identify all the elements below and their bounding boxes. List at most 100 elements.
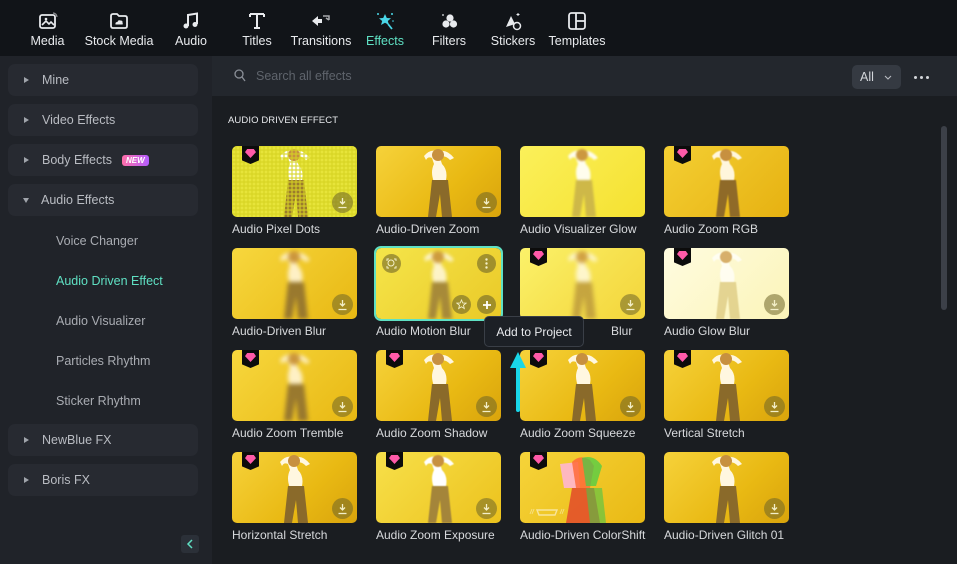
effect-card[interactable]: Audio Glow Blur	[664, 248, 791, 338]
section-title: AUDIO DRIVEN EFFECT	[228, 115, 339, 126]
download-icon[interactable]	[332, 498, 353, 519]
new-badge: NEW	[121, 154, 149, 166]
titles-t-icon	[246, 11, 268, 31]
effect-thumbnail	[520, 350, 645, 421]
subcategory-voice-changer[interactable]: Voice Changer	[56, 234, 138, 248]
category-boris-fx[interactable]: Boris FX	[8, 464, 198, 496]
effects-browser: All AUDIO DRIVEN EFFECT Audio Pixel Dots…	[212, 56, 957, 564]
effect-name: Audio-Driven Zoom	[376, 222, 480, 236]
premium-gem-icon	[530, 350, 547, 368]
effect-name: Audio Zoom RGB	[664, 222, 759, 236]
search-bar: All	[212, 56, 957, 96]
more-actions-button[interactable]	[477, 254, 496, 273]
caret-right-icon	[24, 437, 29, 443]
effects-panel-window: Media Stock Media Audio Titles Transitio…	[0, 0, 957, 564]
category-video-effects[interactable]: Video Effects	[8, 104, 198, 136]
effect-name: Audio Glow Blur	[664, 324, 751, 338]
toolbar-templates[interactable]: Templates	[549, 0, 606, 56]
effect-card[interactable]: Audio-Driven Glitch 01	[664, 452, 791, 542]
effect-card[interactable]: Audio-Driven Blur	[232, 248, 359, 338]
caret-right-icon	[24, 477, 29, 483]
more-options-button[interactable]	[910, 68, 932, 86]
thumbnail-figure	[568, 149, 598, 217]
download-icon[interactable]	[764, 498, 785, 519]
effects-star-icon	[374, 11, 396, 31]
effect-name: Audio Pixel Dots	[232, 222, 321, 236]
effect-card[interactable]: Audio-Driven ColorShift	[520, 452, 647, 542]
download-icon[interactable]	[476, 192, 497, 213]
toolbar-effects[interactable]: Effects	[360, 0, 410, 56]
effect-name: Audio-Driven Glitch 01	[664, 528, 785, 542]
premium-gem-icon	[674, 248, 691, 266]
category-sidebar: Mine Video Effects Body Effects NEW Audi…	[0, 56, 212, 564]
download-icon[interactable]	[620, 396, 641, 417]
download-icon[interactable]	[332, 396, 353, 417]
effect-name: Audio Zoom Exposure	[376, 528, 495, 542]
effect-name: Audio Visualizer Glow	[520, 222, 637, 236]
effect-thumbnail	[232, 146, 357, 217]
effect-card[interactable]: Audio Zoom Shadow	[376, 350, 503, 440]
effect-card[interactable]: Audio-Driven Zoom	[376, 146, 503, 236]
subcategory-audio-driven-effect[interactable]: Audio Driven Effect	[56, 274, 163, 288]
effect-name: Audio-Driven Blur	[232, 324, 327, 338]
effect-thumbnail	[232, 350, 357, 421]
category-mine[interactable]: Mine	[8, 64, 198, 96]
effect-card[interactable]: Audio Pixel Dots	[232, 146, 359, 236]
category-audio-effects[interactable]: Audio Effects	[8, 184, 198, 216]
caret-right-icon	[24, 157, 29, 163]
effect-card[interactable]: Audio Zoom RGB	[664, 146, 791, 236]
effect-name: Audio Zoom Squeeze	[520, 426, 636, 440]
effect-card[interactable]: Audio Zoom Tremble	[232, 350, 359, 440]
toolbar-stickers[interactable]: Stickers	[488, 0, 538, 56]
effect-card[interactable]: Audio Visualizer Glow	[520, 146, 647, 236]
effect-thumbnail	[664, 452, 789, 523]
download-icon[interactable]	[620, 294, 641, 315]
effect-thumbnail	[664, 248, 789, 319]
premium-gem-icon	[530, 452, 547, 470]
effect-name: Vertical Stretch	[664, 426, 745, 440]
caret-right-icon	[24, 117, 29, 123]
toolbar-titles[interactable]: Titles	[232, 0, 282, 56]
collapse-sidebar-button[interactable]	[181, 535, 199, 553]
download-icon[interactable]	[476, 498, 497, 519]
scrollbar-thumb[interactable]	[941, 126, 947, 310]
effect-card[interactable]: Horizontal Stretch	[232, 452, 359, 542]
media-icon	[37, 11, 59, 31]
toolbar-transitions[interactable]: Transitions	[289, 0, 353, 56]
download-icon[interactable]	[332, 192, 353, 213]
subcategory-audio-visualizer[interactable]: Audio Visualizer	[56, 314, 145, 328]
filter-dropdown[interactable]: All	[852, 65, 901, 89]
premium-gem-icon	[242, 452, 259, 470]
stickers-icon	[502, 11, 524, 31]
top-toolbar: Media Stock Media Audio Titles Transitio…	[0, 0, 957, 56]
search-icon	[234, 69, 246, 87]
effect-card[interactable]: Audio Zoom Exposure	[376, 452, 503, 542]
preview-zoom-button[interactable]	[382, 254, 401, 273]
subcategory-sticker-rhythm[interactable]: Sticker Rhythm	[56, 394, 141, 408]
add-to-project-button[interactable]	[477, 295, 496, 314]
category-body-effects[interactable]: Body Effects NEW	[8, 144, 198, 176]
templates-icon	[566, 11, 588, 31]
toolbar-media[interactable]: Media	[20, 0, 75, 56]
premium-gem-icon	[242, 146, 259, 164]
chevron-down-icon	[884, 75, 892, 80]
transitions-icon	[310, 11, 332, 31]
effect-thumbnail	[520, 452, 645, 523]
effect-card[interactable]: Audio Motion Blur	[374, 246, 503, 338]
download-icon[interactable]	[764, 396, 785, 417]
download-icon[interactable]	[764, 294, 785, 315]
subcategory-particles-rhythm[interactable]: Particles Rhythm	[56, 354, 150, 368]
toolbar-stock-media[interactable]: Stock Media	[78, 0, 160, 56]
effect-card[interactable]: Audio Zoom Squeeze	[520, 350, 647, 440]
effect-card[interactable]: Vertical Stretch	[664, 350, 791, 440]
favorite-star-button[interactable]	[452, 295, 471, 314]
annotation-arrow-icon	[510, 352, 526, 412]
effect-card[interactable]: Blur	[520, 248, 647, 338]
premium-gem-icon	[386, 350, 403, 368]
category-newblue-fx[interactable]: NewBlue FX	[8, 424, 198, 456]
toolbar-audio[interactable]: Audio	[163, 0, 219, 56]
toolbar-filters[interactable]: Filters	[424, 0, 474, 56]
download-icon[interactable]	[332, 294, 353, 315]
search-input[interactable]	[256, 67, 556, 85]
download-icon[interactable]	[476, 396, 497, 417]
